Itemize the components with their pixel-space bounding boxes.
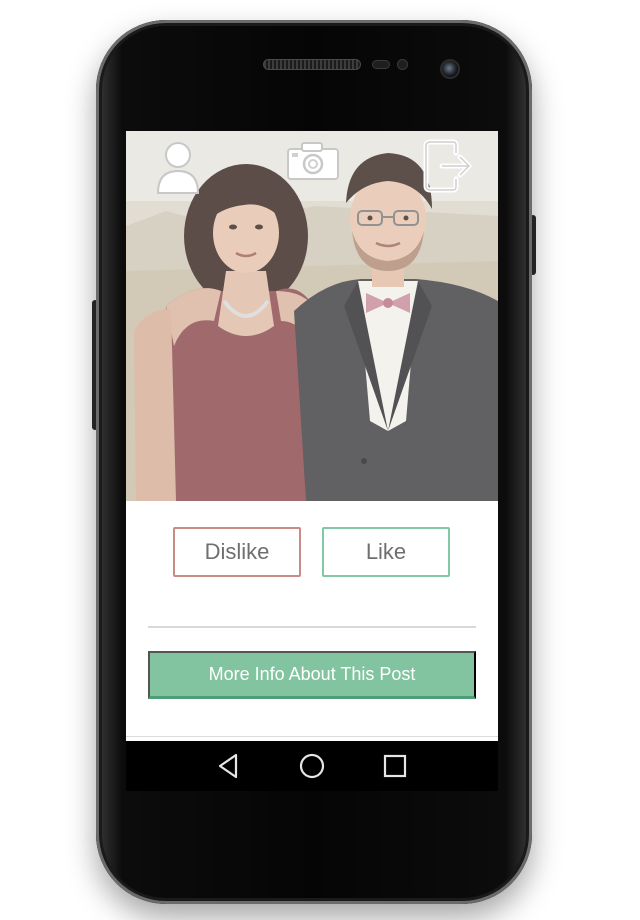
earpiece-speaker xyxy=(263,59,361,70)
dislike-button[interactable]: Dislike xyxy=(173,527,301,577)
back-icon[interactable] xyxy=(214,751,244,781)
page: Dislike Like More Info About This Post xyxy=(0,0,640,920)
front-camera xyxy=(440,59,460,79)
camera-icon[interactable] xyxy=(286,141,340,181)
recents-icon[interactable] xyxy=(380,751,410,781)
post-photo xyxy=(126,131,498,501)
more-info-button[interactable]: More Info About This Post xyxy=(148,651,476,699)
profile-icon[interactable] xyxy=(154,139,202,195)
android-nav-bar xyxy=(126,741,498,791)
divider xyxy=(148,626,476,628)
content-bottom-border xyxy=(126,736,498,737)
exit-icon[interactable] xyxy=(422,139,474,193)
home-icon[interactable] xyxy=(297,751,327,781)
light-sensor xyxy=(397,59,408,70)
like-button[interactable]: Like xyxy=(322,527,450,577)
proximity-sensor xyxy=(372,60,390,69)
app-screen: Dislike Like More Info About This Post xyxy=(126,131,498,791)
